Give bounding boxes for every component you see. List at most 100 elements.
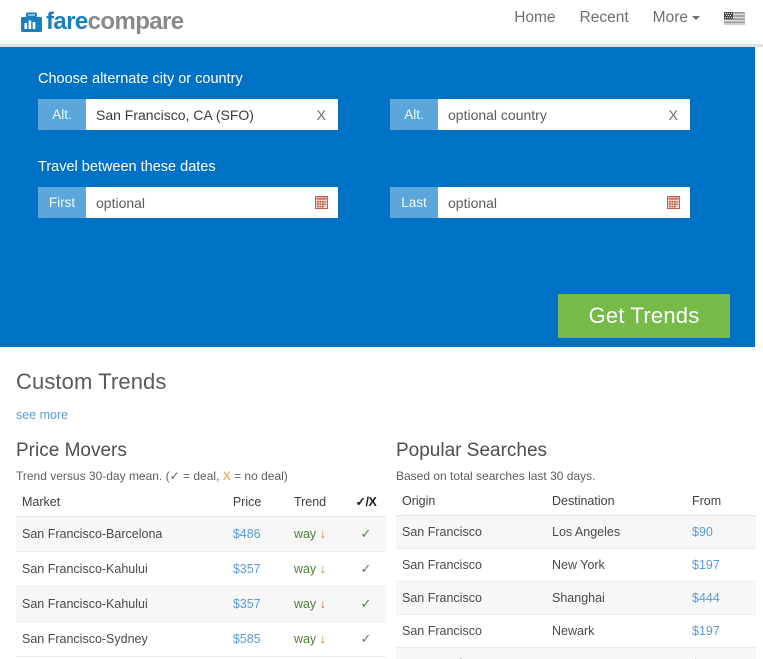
table-row[interactable]: San Francisco-Sydney $585 way ↓ ✓ [16, 621, 386, 657]
calendar-icon[interactable] [315, 196, 328, 209]
cell-price[interactable]: $486 [226, 516, 288, 552]
cell-origin: San Francisco [396, 581, 546, 615]
cell-origin: San Francisco [396, 515, 546, 549]
price-movers-note-post: = no deal) [230, 469, 288, 483]
cell-price[interactable]: $357 [226, 551, 288, 587]
nav-home[interactable]: Home [514, 9, 555, 27]
alternate-city-label: Choose alternate city or country [38, 71, 243, 87]
table-row[interactable]: San Francisco Los Angeles $90 [396, 515, 756, 549]
table-row[interactable]: San Francisco New York $197 [396, 548, 756, 582]
table-row[interactable]: San Francisco Shanghai $444 [396, 581, 756, 615]
page-title: Custom Trends [16, 369, 167, 394]
alt-country-input-group[interactable]: Alt. optional country X [390, 99, 690, 130]
price-movers-table: Market Price Trend ✓/X San Francisco-Bar… [16, 491, 386, 657]
trend-label: way [293, 562, 317, 576]
first-date-input[interactable]: optional [96, 195, 315, 211]
cell-market: San Francisco-Sydney [16, 621, 227, 657]
price-movers-section: Price Movers Trend versus 30-day mean. (… [16, 440, 386, 659]
first-date-input-group[interactable]: First optional [38, 187, 338, 218]
col-trend: Trend [287, 491, 346, 517]
cell-trend: way ↓ [287, 586, 346, 622]
popular-searches-section: Popular Searches Based on total searches… [396, 440, 756, 659]
cell-destination: Los Angeles [546, 515, 686, 549]
cell-trend: way ↓ [287, 516, 346, 552]
calendar-icon[interactable] [667, 196, 680, 209]
cell-deal-flag: ✓ [345, 586, 386, 622]
price-movers-note: Trend versus 30-day mean. (✓ = deal, X =… [16, 469, 386, 483]
cell-deal-flag: ✓ [345, 516, 386, 552]
cell-origin: San Francisco [396, 647, 546, 659]
cell-deal-flag: ✓ [345, 621, 386, 657]
last-date-badge: Last [390, 187, 438, 218]
table-header-row: Market Price Trend ✓/X [16, 491, 386, 517]
site-header: farecompare Home Recent More [0, 0, 763, 44]
content-area: Custom Trends see more Price Movers Tren… [0, 347, 763, 659]
cell-price[interactable]: $357 [226, 586, 288, 622]
nav-recent[interactable]: Recent [580, 9, 629, 27]
popular-searches-heading: Popular Searches [396, 440, 548, 461]
table-row[interactable]: San Francisco Las Vegas $87 [396, 647, 756, 659]
site-logo[interactable]: farecompare [20, 8, 184, 35]
cell-from-price[interactable]: $197 [686, 614, 756, 648]
first-date-field[interactable]: optional [86, 187, 338, 218]
get-trends-button[interactable]: Get Trends [558, 294, 730, 338]
cell-origin: San Francisco [396, 548, 546, 582]
trend-label: way [293, 632, 317, 646]
trend-columns: Price Movers Trend versus 30-day mean. (… [16, 440, 763, 659]
col-deal-flag: ✓/X [345, 491, 386, 517]
briefcase-icon [20, 12, 43, 33]
table-row[interactable]: San Francisco-Kahului $357 way ↓ ✓ [16, 551, 386, 587]
search-panel: Choose alternate city or country Alt. Sa… [0, 47, 755, 347]
travel-dates-row: First optional Last optional [38, 187, 755, 219]
price-movers-body: San Francisco-Barcelona $486 way ↓ ✓ San… [16, 516, 386, 657]
first-date-badge: First [38, 187, 86, 218]
table-row[interactable]: San Francisco-Barcelona $486 way ↓ ✓ [16, 516, 386, 552]
cell-destination: Las Vegas [546, 647, 686, 659]
chevron-down-icon [692, 15, 700, 20]
no-deal-symbol: X [222, 469, 231, 483]
col-market: Market [16, 491, 227, 517]
nav-more[interactable]: More [653, 9, 700, 27]
col-price: Price [226, 491, 288, 517]
us-flag-icon[interactable] [724, 11, 745, 25]
cell-from-price[interactable]: $90 [686, 515, 756, 549]
alt-city-input-group[interactable]: Alt. San Francisco, CA (SFO) X [38, 99, 338, 130]
alt-city-clear-button[interactable]: X [313, 107, 330, 123]
alt-country-badge: Alt. [390, 99, 438, 130]
popular-searches-table: Origin Destination From San Francisco Lo… [396, 491, 756, 659]
cell-market: San Francisco-Kahului [16, 551, 227, 587]
cell-deal-flag: ✓ [345, 551, 386, 587]
cell-market: San Francisco-Kahului [16, 586, 227, 622]
col-from: From [686, 491, 756, 516]
cell-from-price[interactable]: $444 [686, 581, 756, 615]
col-origin: Origin [396, 491, 546, 516]
last-date-input-group[interactable]: Last optional [390, 187, 690, 218]
cell-from-price[interactable]: $197 [686, 548, 756, 582]
last-date-field[interactable]: optional [438, 187, 690, 218]
col-destination: Destination [546, 491, 686, 516]
see-more-link[interactable]: see more [16, 408, 68, 422]
cell-trend: way ↓ [287, 621, 346, 657]
cell-destination: New York [546, 548, 686, 582]
cell-price[interactable]: $585 [226, 621, 288, 657]
alt-country-input[interactable]: optional country [448, 107, 665, 123]
cell-destination: Shanghai [546, 581, 686, 615]
last-date-input[interactable]: optional [448, 195, 667, 211]
table-row[interactable]: San Francisco-Kahului $357 way ↓ ✓ [16, 586, 386, 622]
table-header-row: Origin Destination From [396, 491, 756, 516]
cell-trend: way ↓ [287, 551, 346, 587]
arrow-down-icon: ↓ [319, 562, 326, 576]
table-row[interactable]: San Francisco Newark $197 [396, 614, 756, 648]
alt-city-badge: Alt. [38, 99, 86, 130]
alt-country-field[interactable]: optional country X [438, 99, 690, 130]
nav-more-label: More [652, 9, 688, 26]
cell-origin: San Francisco [396, 614, 546, 648]
alt-country-clear-button[interactable]: X [665, 107, 682, 123]
logo-text-fare: fare [46, 8, 88, 35]
trend-label: way [293, 527, 317, 541]
alternate-location-row: Alt. San Francisco, CA (SFO) X Alt. opti… [38, 99, 755, 131]
cell-from-price[interactable]: $87 [686, 647, 756, 659]
price-movers-heading: Price Movers [16, 440, 127, 461]
alt-city-field[interactable]: San Francisco, CA (SFO) X [86, 99, 338, 130]
alt-city-input[interactable]: San Francisco, CA (SFO) [96, 107, 313, 123]
